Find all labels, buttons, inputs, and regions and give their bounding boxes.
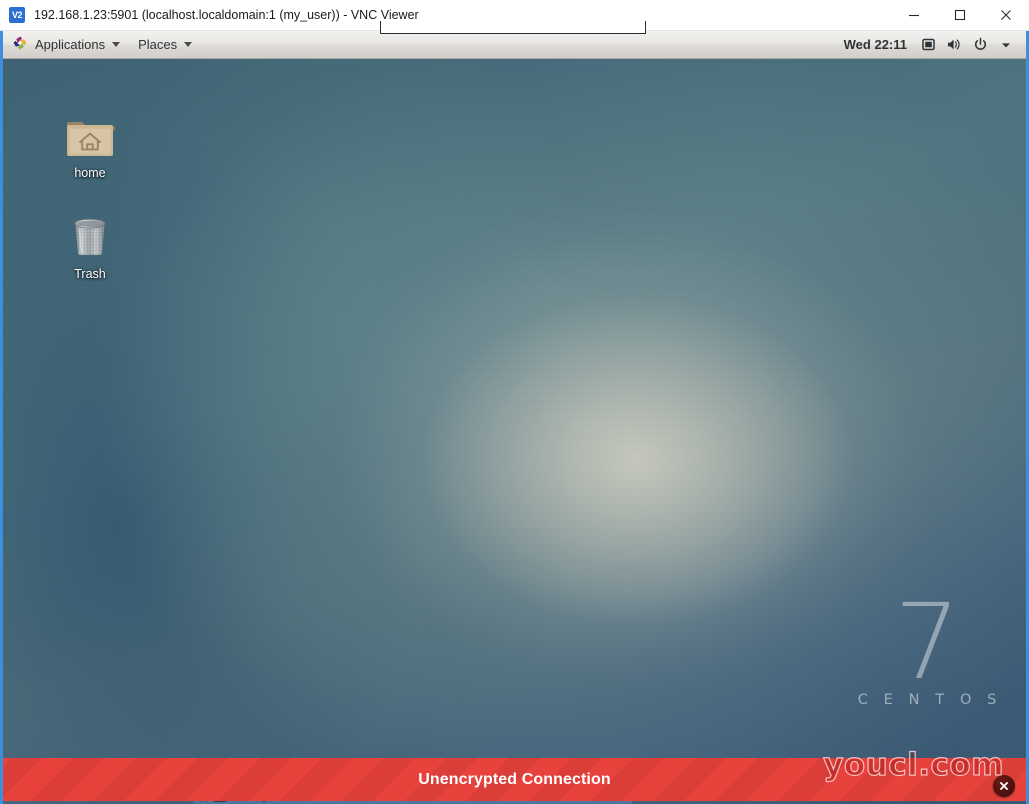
window-title: 192.168.1.23:5901 (localhost.localdomain… xyxy=(34,8,419,22)
banner-close-button[interactable] xyxy=(993,775,1015,797)
home-folder-icon xyxy=(44,105,136,161)
chevron-down-icon[interactable] xyxy=(993,31,1019,59)
minimize-button[interactable] xyxy=(891,0,937,31)
trash-bin-icon xyxy=(44,206,136,262)
desktop-wallpaper[interactable]: home Trash 7 C E N T O S xyxy=(3,59,1026,804)
window-controls xyxy=(891,0,1029,31)
viewport-frame-left xyxy=(0,31,3,804)
vnc-viewer-window: V2 192.168.1.23:5901 (localhost.localdom… xyxy=(0,0,1029,804)
maximize-button[interactable] xyxy=(937,0,983,31)
banner-message: Unencrypted Connection xyxy=(418,770,611,788)
centos-version-number: 7 xyxy=(894,580,961,703)
close-button[interactable] xyxy=(983,0,1029,31)
gnome-top-panel: Applications Places Wed 22:11 xyxy=(3,31,1026,59)
applications-menu[interactable]: Applications xyxy=(3,31,129,59)
places-menu[interactable]: Places xyxy=(129,31,201,59)
desktop-icon-trash[interactable]: Trash xyxy=(44,206,136,282)
chevron-down-icon xyxy=(184,42,193,47)
unencrypted-connection-banner: youcl.com Unencrypted Connection xyxy=(3,746,1026,801)
centos-logo-icon xyxy=(12,35,28,54)
desktop-icon-home[interactable]: home xyxy=(44,105,136,181)
desktop-icon-label: home xyxy=(74,166,106,180)
applications-menu-label: Applications xyxy=(35,37,106,52)
chevron-down-icon xyxy=(112,42,121,47)
gnome-status-area: Wed 22:11 xyxy=(836,31,1026,59)
power-icon[interactable] xyxy=(967,31,993,59)
volume-icon[interactable] xyxy=(941,31,967,59)
display-icon[interactable] xyxy=(915,31,941,59)
centos-watermark: 7 C E N T O S xyxy=(853,580,1002,708)
vnc-viewer-icon: V2 xyxy=(9,7,25,23)
vnc-toolbar-tab[interactable] xyxy=(380,21,646,34)
desktop-icon-label: Trash xyxy=(74,267,106,281)
centos-wordmark: C E N T O S xyxy=(857,692,1002,708)
places-menu-label: Places xyxy=(138,37,178,52)
remote-desktop-viewport[interactable]: Applications Places Wed 22:11 home Trash… xyxy=(0,31,1029,804)
panel-clock[interactable]: Wed 22:11 xyxy=(836,37,915,52)
